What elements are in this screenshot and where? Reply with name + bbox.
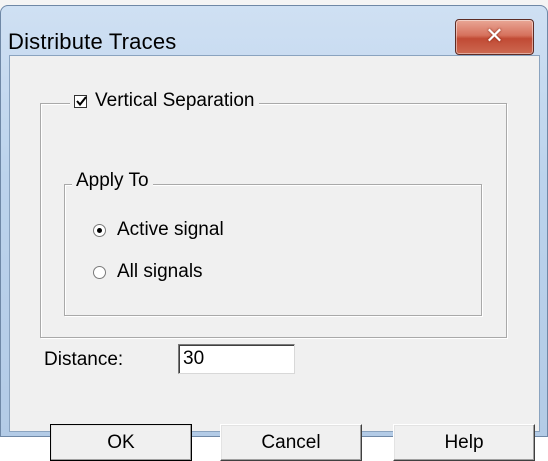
cancel-button[interactable]: Cancel [220, 424, 362, 461]
all-signals-radio[interactable] [93, 265, 106, 279]
ok-button[interactable]: OK [50, 424, 192, 461]
dialog-client-area: Vertical Separation Apply To Active sign… [9, 55, 540, 461]
radio-option-all-signals[interactable]: All signals [93, 261, 203, 283]
title-bar[interactable]: Distribute Traces ✕ [0, 5, 548, 55]
all-signals-label: All signals [117, 261, 203, 282]
dialog-title: Distribute Traces [8, 29, 177, 54]
active-signal-radio[interactable] [93, 223, 106, 237]
help-button[interactable]: Help [393, 424, 535, 461]
radio-selected-dot [97, 227, 102, 233]
distance-label: Distance: [44, 349, 124, 370]
radio-option-active-signal[interactable]: Active signal [93, 219, 224, 241]
close-icon: ✕ [485, 24, 504, 49]
apply-to-group [64, 184, 482, 316]
vertical-separation-label: Vertical Separation [95, 90, 255, 111]
vertical-separation-checkbox-row[interactable]: Vertical Separation [70, 91, 259, 111]
vertical-separation-checkbox[interactable] [74, 94, 87, 108]
active-signal-label: Active signal [117, 219, 224, 240]
close-button[interactable]: ✕ [455, 19, 534, 55]
checkmark-icon [76, 95, 87, 106]
distance-input[interactable] [178, 344, 295, 374]
apply-to-label: Apply To [72, 171, 153, 191]
